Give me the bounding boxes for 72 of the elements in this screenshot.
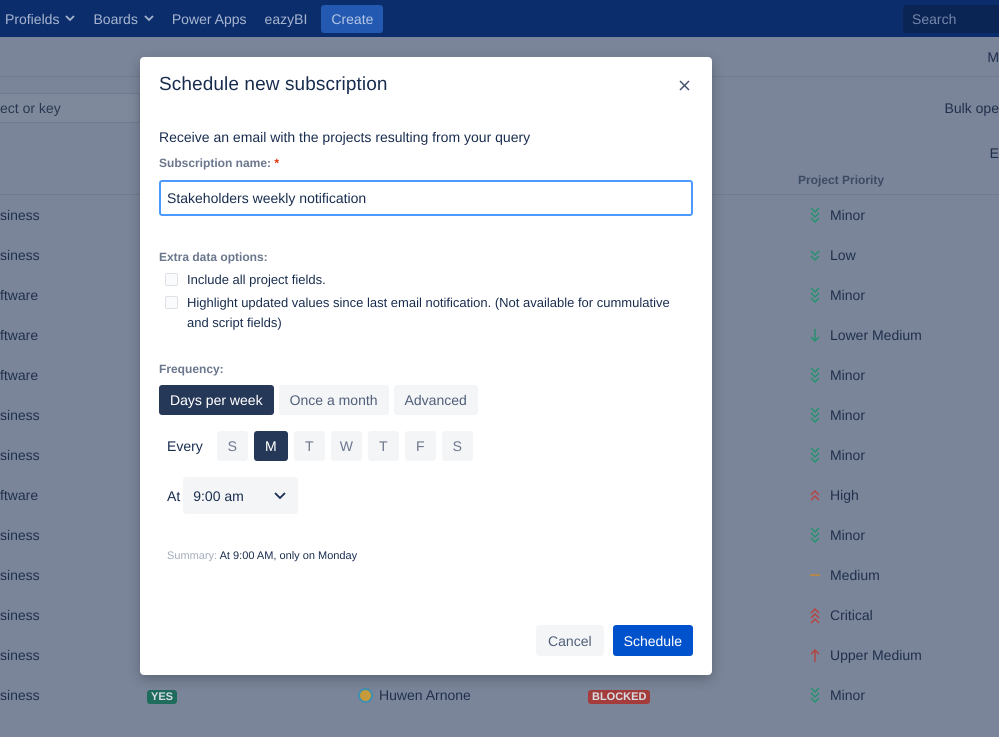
priority-label: Upper Medium: [830, 647, 922, 663]
column-text: E: [990, 145, 999, 161]
subscription-name-field[interactable]: Stakeholders weekly notification: [159, 180, 693, 216]
priority-label: Lower Medium: [830, 327, 922, 343]
weekday-toggle[interactable]: S: [216, 431, 248, 461]
at-label: At: [167, 488, 180, 504]
table-cell-text: siness: [0, 567, 41, 583]
bulk-operations-link[interactable]: Bulk ope: [944, 100, 999, 116]
weekday-toggle[interactable]: S: [442, 431, 473, 461]
close-icon: [679, 80, 690, 90]
weekday-toggle[interactable]: T: [294, 431, 325, 461]
status-lozenge: BLOCKED: [588, 690, 650, 704]
priority-label: Minor: [830, 287, 866, 303]
dialog-title: Schedule new subscription: [159, 74, 388, 96]
priority-label: Minor: [830, 407, 866, 423]
table-cell-text: ftware: [0, 487, 40, 503]
nav-menu-item[interactable]: Boards: [93, 10, 154, 26]
weekday-toggle[interactable]: T: [368, 431, 399, 461]
frequency-tab[interactable]: Advanced: [394, 385, 478, 415]
table-cell-text: siness: [0, 687, 41, 703]
table-cell-text: siness: [0, 247, 41, 263]
priority-label: Minor: [830, 527, 866, 543]
frequency-tab[interactable]: Once a month: [278, 385, 389, 415]
priority-label: Minor: [830, 447, 866, 463]
weekday-toggle[interactable]: F: [404, 431, 436, 461]
checkbox-label: Include all project fields.: [187, 271, 326, 289]
table-cell-text: siness: [0, 527, 41, 543]
search-field[interactable]: ect or key: [0, 93, 140, 123]
priority-label: Minor: [830, 687, 866, 703]
nav-menu-item[interactable]: Profields: [5, 10, 76, 26]
field-label: Subscription name: *: [159, 155, 280, 171]
frequency-tab[interactable]: Days per week: [159, 385, 274, 415]
avatar-icon: [358, 688, 373, 702]
priority-label: Minor: [830, 207, 866, 223]
section-label: Frequency:: [159, 361, 225, 377]
every-label: Every: [167, 438, 203, 454]
weekday-toggle[interactable]: M: [254, 431, 288, 461]
priority-label: High: [830, 487, 859, 503]
chevron-down-icon: [144, 15, 154, 22]
dialog-description: Receive an email with the projects resulting from your query: [159, 128, 532, 146]
priority-label: Medium: [830, 567, 880, 583]
table-cell-text: siness: [0, 447, 41, 463]
weekday-toggle[interactable]: W: [330, 431, 362, 461]
time-select[interactable]: 9:00 am: [183, 477, 298, 514]
create-button[interactable]: Create: [321, 4, 384, 32]
chevron-down-icon: [65, 15, 76, 22]
checkbox[interactable]: [165, 296, 178, 309]
close-button[interactable]: [677, 78, 692, 92]
yes-lozenge: YES: [147, 690, 178, 704]
search-field[interactable]: Search: [903, 4, 999, 32]
column-header: Project Priority: [798, 173, 884, 187]
checkbox[interactable]: [165, 273, 178, 286]
section-label: Extra data options:: [159, 249, 269, 265]
table-cell-text: ftware: [0, 367, 40, 383]
table-cell-text: siness: [0, 607, 41, 623]
schedule-summary: Summary: At 9:00 AM, only on Monday: [166, 549, 358, 564]
checkbox-label: Highlight updated values since last email notification. (Not available for cummulative and script fields): [187, 294, 671, 332]
priority-label: Low: [830, 247, 856, 263]
table-cell-text: ftware: [0, 287, 40, 303]
priority-label: Minor: [830, 367, 866, 383]
nav-menu-item[interactable]: Power Apps: [172, 10, 247, 26]
table-cell-text: ftware: [0, 327, 40, 343]
table-cell-text: siness: [0, 407, 41, 423]
header-text: M: [987, 48, 999, 64]
table-cell-text: siness: [0, 647, 41, 663]
priority-label: Critical: [830, 607, 873, 623]
cancel-button[interactable]: Cancel: [536, 625, 604, 656]
nav-menu-item[interactable]: eazyBI: [264, 10, 308, 26]
assignee-name: Huwen Arnone: [379, 687, 471, 703]
schedule-button[interactable]: Schedule: [612, 625, 693, 656]
table-cell-text: siness: [0, 207, 41, 223]
chevron-down-icon: [274, 492, 286, 500]
